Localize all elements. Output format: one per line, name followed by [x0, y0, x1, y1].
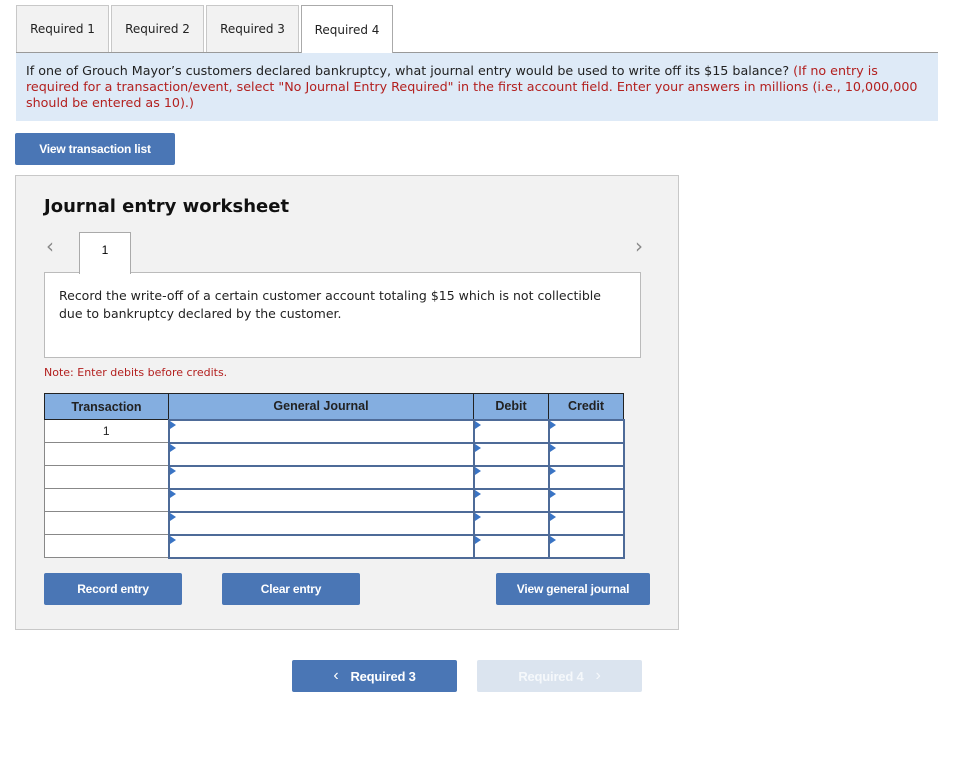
table-row — [44, 487, 625, 513]
table-row: 1 — [44, 418, 625, 444]
transaction-cell — [44, 534, 169, 558]
debit-input[interactable] — [474, 443, 548, 465]
credit-field[interactable] — [547, 418, 625, 444]
account-input[interactable] — [169, 443, 473, 465]
chevron-right-icon: › — [595, 667, 601, 684]
description-text: Record the write-off of a certain custom… — [59, 288, 601, 321]
debit-field[interactable] — [472, 464, 550, 490]
header-general-journal: General Journal — [168, 393, 474, 420]
table-row — [44, 464, 625, 490]
tab-required-1[interactable]: Required 1 — [16, 5, 109, 52]
debit-input[interactable] — [474, 489, 548, 511]
credit-input[interactable] — [549, 420, 623, 442]
credit-input[interactable] — [549, 466, 623, 488]
credit-field[interactable] — [547, 441, 625, 467]
journal-entry-worksheet: Journal entry worksheet ‹ 1 › Record the… — [15, 175, 679, 630]
table-row — [44, 441, 625, 467]
debit-field[interactable] — [472, 510, 550, 536]
debits-credits-note: Note: Enter debits before credits. — [44, 366, 228, 379]
transaction-cell — [44, 488, 169, 512]
worksheet-title: Journal entry worksheet — [44, 196, 290, 217]
dropdown-marker-icon — [169, 466, 176, 475]
input-marker-icon — [549, 443, 556, 452]
input-marker-icon — [549, 466, 556, 475]
debit-input[interactable] — [474, 420, 548, 442]
input-marker-icon — [474, 535, 481, 544]
dropdown-marker-icon — [169, 535, 176, 544]
debit-input[interactable] — [474, 466, 548, 488]
next-required-label: Required 4 — [518, 668, 584, 684]
table-row — [44, 510, 625, 536]
transaction-cell — [44, 442, 169, 466]
clear-entry-button[interactable]: Clear entry — [222, 573, 360, 605]
next-required-button: Required 4 › — [477, 660, 642, 692]
input-marker-icon — [549, 420, 556, 429]
view-general-journal-button[interactable]: View general journal — [496, 573, 650, 605]
account-input[interactable] — [169, 535, 473, 557]
requirement-tabs: Required 1 Required 2 Required 3 Require… — [16, 5, 395, 53]
credit-field[interactable] — [547, 510, 625, 536]
input-marker-icon — [474, 489, 481, 498]
credit-input[interactable] — [549, 512, 623, 534]
account-field[interactable] — [167, 510, 475, 536]
tab-required-4[interactable]: Required 4 — [301, 5, 393, 53]
account-input[interactable] — [169, 512, 473, 534]
credit-input[interactable] — [549, 535, 623, 557]
prev-required-label: Required 3 — [350, 668, 416, 684]
chevron-left-icon: ‹ — [333, 667, 339, 684]
input-marker-icon — [549, 489, 556, 498]
tab-required-3[interactable]: Required 3 — [206, 5, 299, 52]
header-transaction: Transaction — [44, 393, 169, 420]
account-field[interactable] — [167, 464, 475, 490]
debit-input[interactable] — [474, 535, 548, 557]
debit-input[interactable] — [474, 512, 548, 534]
credit-field[interactable] — [547, 533, 625, 559]
input-marker-icon — [474, 420, 481, 429]
debit-field[interactable] — [472, 533, 550, 559]
account-field[interactable] — [167, 418, 475, 444]
credit-field[interactable] — [547, 464, 625, 490]
debit-field[interactable] — [472, 487, 550, 513]
account-input[interactable] — [169, 489, 473, 511]
debit-field[interactable] — [472, 418, 550, 444]
dropdown-marker-icon — [169, 489, 176, 498]
journal-table: Transaction General Journal Debit Credit… — [44, 393, 625, 559]
account-field[interactable] — [167, 533, 475, 559]
input-marker-icon — [474, 466, 481, 475]
transaction-cell — [44, 465, 169, 489]
account-field[interactable] — [167, 487, 475, 513]
view-transaction-list-button[interactable]: View transaction list — [15, 133, 175, 165]
tab-required-2[interactable]: Required 2 — [111, 5, 204, 52]
input-marker-icon — [549, 535, 556, 544]
header-credit: Credit — [548, 393, 624, 420]
question-text: If one of Grouch Mayor’s customers decla… — [26, 63, 790, 78]
table-row — [44, 533, 625, 559]
dropdown-marker-icon — [169, 443, 176, 452]
dropdown-marker-icon — [169, 420, 176, 429]
header-debit: Debit — [473, 393, 549, 420]
chevron-left-icon[interactable]: ‹ — [46, 234, 54, 258]
transaction-cell: 1 — [44, 419, 169, 443]
dropdown-marker-icon — [169, 512, 176, 521]
chevron-right-icon[interactable]: › — [635, 234, 643, 258]
transaction-cell — [44, 511, 169, 535]
transaction-description: Record the write-off of a certain custom… — [44, 272, 641, 358]
credit-field[interactable] — [547, 487, 625, 513]
record-entry-button[interactable]: Record entry — [44, 573, 182, 605]
question-box: If one of Grouch Mayor’s customers decla… — [16, 53, 938, 121]
account-input[interactable] — [169, 466, 473, 488]
credit-input[interactable] — [549, 489, 623, 511]
input-marker-icon — [474, 443, 481, 452]
debit-field[interactable] — [472, 441, 550, 467]
entry-tab-1[interactable]: 1 — [79, 232, 131, 274]
prev-required-button[interactable]: ‹ Required 3 — [292, 660, 457, 692]
account-input[interactable] — [169, 420, 473, 442]
account-field[interactable] — [167, 441, 475, 467]
input-marker-icon — [474, 512, 481, 521]
credit-input[interactable] — [549, 443, 623, 465]
input-marker-icon — [549, 512, 556, 521]
